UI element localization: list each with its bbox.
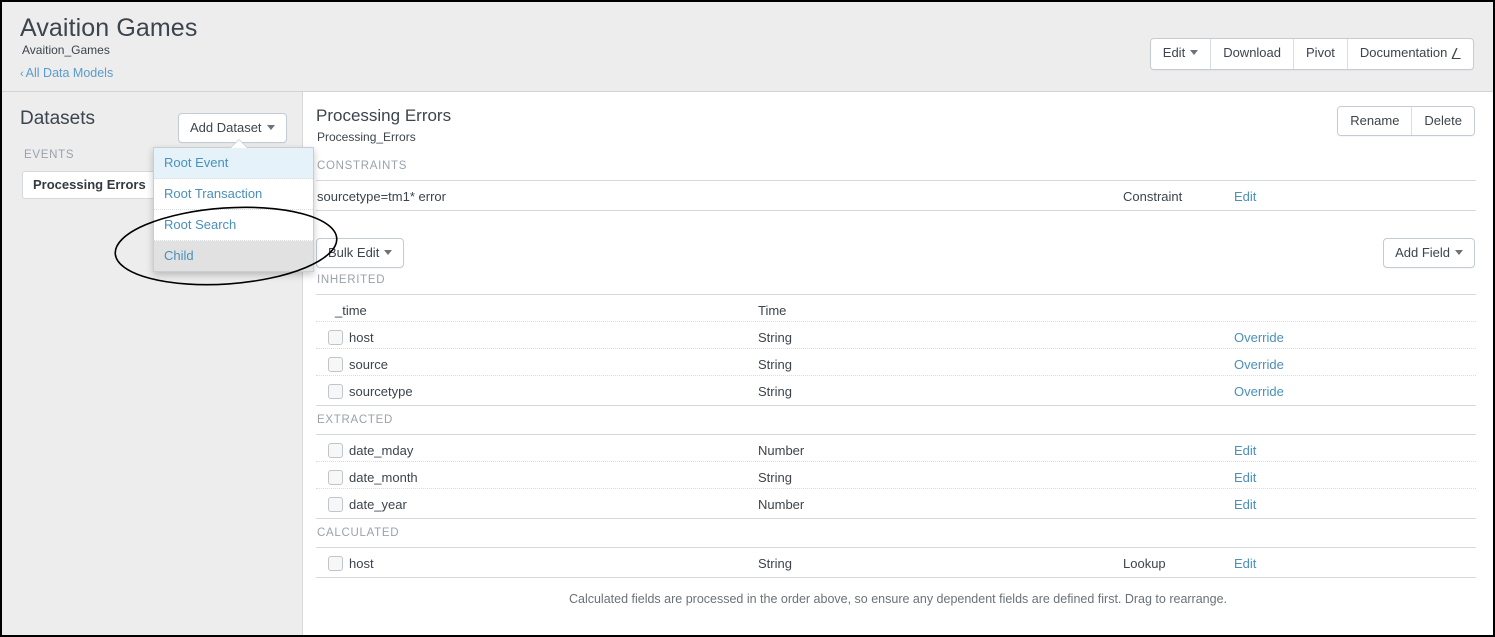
- page-header: Avaition Games Avaition_Games ‹ All Data …: [2, 2, 1493, 92]
- menu-item-root-search[interactable]: Root Search: [154, 210, 313, 241]
- download-button[interactable]: Download: [1211, 39, 1295, 69]
- edit-button-label: Edit: [1162, 45, 1186, 60]
- dataset-subtitle: Processing_Errors: [317, 130, 416, 144]
- constraints-section-label: CONSTRAINTS: [317, 160, 408, 172]
- bulk-edit-label: Bulk Edit: [328, 245, 380, 260]
- row-checkbox[interactable]: [328, 470, 343, 485]
- page-subtitle: Avaition_Games: [22, 43, 110, 57]
- field-name: source: [349, 357, 389, 372]
- field-name: sourcetype: [349, 384, 413, 399]
- inherited-section-label: INHERITED: [317, 274, 386, 286]
- add-dataset-button[interactable]: Add Dataset: [178, 113, 287, 143]
- divider: [316, 547, 1476, 548]
- field-type: String: [758, 330, 792, 345]
- add-dataset-dropdown-menu: Root Event Root Transaction Root Search …: [153, 147, 314, 272]
- field-type: String: [758, 357, 792, 372]
- menu-item-root-transaction[interactable]: Root Transaction: [154, 179, 313, 210]
- chevron-left-icon: ‹: [20, 68, 24, 80]
- field-type: Number: [758, 443, 805, 458]
- row-checkbox[interactable]: [328, 497, 343, 512]
- documentation-button[interactable]: Documentation ⎳: [1347, 39, 1473, 69]
- divider: [316, 461, 1476, 462]
- dataset-detail-panel: Processing Errors Processing_Errors Rena…: [303, 92, 1493, 635]
- field-name: date_year: [349, 497, 407, 512]
- divider: [316, 405, 1476, 406]
- chevron-down-icon: [1455, 250, 1463, 255]
- override-link[interactable]: Override: [1234, 330, 1284, 345]
- delete-button[interactable]: Delete: [1412, 107, 1474, 135]
- field-name: _time: [335, 303, 367, 318]
- app-window: Avaition Games Avaition_Games ‹ All Data …: [0, 0, 1495, 637]
- row-checkbox[interactable]: [328, 443, 343, 458]
- datasets-heading: Datasets: [20, 108, 95, 129]
- divider: [316, 348, 1476, 349]
- edit-link[interactable]: Edit: [1234, 443, 1256, 458]
- divider: [316, 434, 1476, 435]
- field-type: String: [758, 470, 792, 485]
- override-link[interactable]: Override: [1234, 357, 1284, 372]
- field-name: host: [349, 556, 374, 571]
- field-type: String: [758, 384, 792, 399]
- constraint-edit-link[interactable]: Edit: [1234, 189, 1256, 204]
- field-name: date_month: [349, 470, 418, 485]
- calculated-section-label: CALCULATED: [317, 527, 400, 539]
- edit-link[interactable]: Edit: [1234, 497, 1256, 512]
- chevron-down-icon: [1190, 50, 1199, 55]
- dataset-action-buttons: Rename Delete: [1337, 106, 1475, 136]
- divider: [316, 180, 1476, 181]
- chevron-down-icon: [384, 250, 393, 255]
- field-kind: Lookup: [1123, 556, 1166, 571]
- row-checkbox[interactable]: [328, 330, 343, 345]
- row-checkbox[interactable]: [328, 384, 343, 399]
- row-checkbox[interactable]: [328, 357, 343, 372]
- divider: [316, 210, 1476, 211]
- back-to-all-data-models-link[interactable]: ‹ All Data Models: [20, 66, 113, 80]
- divider: [316, 488, 1476, 489]
- field-type: Time: [758, 303, 787, 318]
- constraint-kind: Constraint: [1123, 189, 1183, 204]
- divider: [316, 294, 1476, 295]
- edit-link[interactable]: Edit: [1234, 470, 1256, 485]
- add-field-label: Add Field: [1395, 245, 1450, 260]
- header-action-buttons: Edit Download Pivot Documentation ⎳: [1149, 38, 1474, 70]
- edit-link[interactable]: Edit: [1234, 556, 1256, 571]
- menu-item-root-event[interactable]: Root Event: [154, 148, 313, 179]
- bulk-edit-button[interactable]: Bulk Edit: [316, 238, 405, 268]
- events-group-label: EVENTS: [24, 149, 75, 161]
- dataset-title: Processing Errors: [316, 106, 452, 125]
- field-name: date_mday: [349, 443, 414, 458]
- pivot-button[interactable]: Pivot: [1294, 39, 1348, 69]
- divider: [316, 577, 1476, 578]
- field-name: host: [349, 330, 374, 345]
- override-link[interactable]: Override: [1234, 384, 1284, 399]
- add-field-button[interactable]: Add Field: [1383, 238, 1475, 268]
- external-link-icon: ⎳: [1451, 48, 1461, 60]
- add-dataset-label: Add Dataset: [190, 120, 262, 135]
- edit-button[interactable]: Edit: [1150, 39, 1212, 69]
- divider: [316, 321, 1476, 322]
- calculated-fields-note: Calculated fields are processed in the o…: [568, 592, 1228, 606]
- field-type: String: [758, 556, 792, 571]
- divider: [316, 518, 1476, 519]
- dropdown-pointer-icon: [231, 140, 247, 148]
- field-type: Number: [758, 497, 805, 512]
- page-title: Avaition Games: [20, 14, 198, 42]
- divider: [316, 375, 1476, 376]
- extracted-section-label: EXTRACTED: [317, 414, 393, 426]
- chevron-down-icon: [266, 125, 275, 130]
- constraint-expression: sourcetype=tm1* error: [317, 189, 446, 204]
- documentation-button-label: Documentation: [1359, 45, 1448, 60]
- rename-button[interactable]: Rename: [1338, 107, 1413, 135]
- back-link-label: All Data Models: [25, 66, 114, 80]
- menu-item-child[interactable]: Child: [154, 241, 313, 271]
- row-checkbox[interactable]: [328, 556, 343, 571]
